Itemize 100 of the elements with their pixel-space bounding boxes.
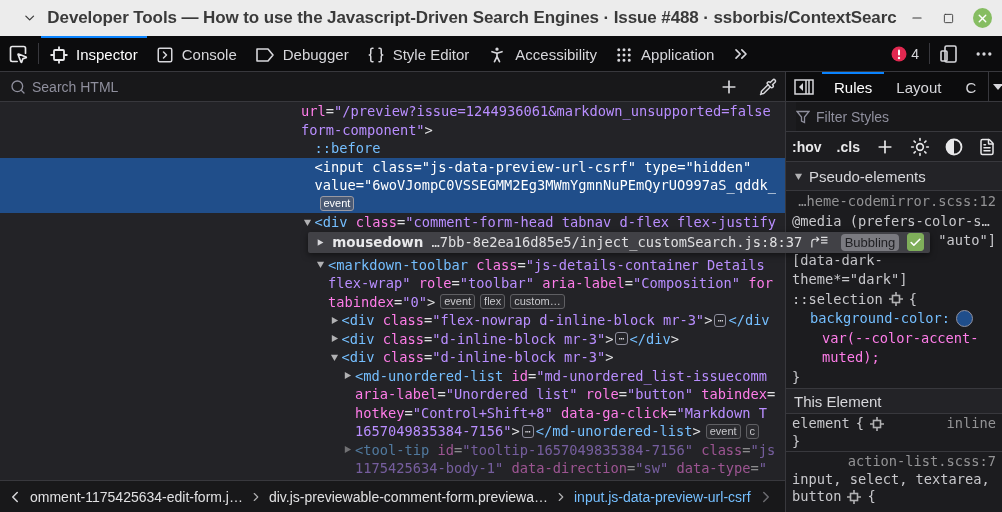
filter-icon bbox=[796, 109, 810, 124]
pseudo-toggle[interactable]: .cls bbox=[836, 138, 860, 155]
tool-tab[interactable]: Application bbox=[606, 36, 724, 71]
css-selector: "auto"] bbox=[938, 231, 996, 250]
expand-content-button[interactable]: ⋯ bbox=[714, 313, 727, 327]
markup-text: ::before bbox=[314, 140, 381, 157]
maximize-icon[interactable] bbox=[942, 12, 954, 24]
twisty-icon[interactable] bbox=[343, 371, 352, 381]
twisty-icon[interactable] bbox=[329, 352, 339, 362]
twisty-icon[interactable] bbox=[329, 334, 339, 344]
markup-text: hotkey="Control+Shift+8" data-ga-click="Markdown T bbox=[355, 404, 768, 421]
target-icon[interactable] bbox=[888, 292, 903, 307]
grid-icon bbox=[615, 45, 634, 64]
filter-input[interactable]: Filter Styles bbox=[814, 107, 1002, 126]
tool-tab[interactable]: Console bbox=[146, 36, 246, 71]
sidebar-tab[interactable]: C bbox=[953, 72, 989, 101]
markup-node[interactable]: <markdown-toolbar class="js-details-container Details flex-wrap" role="toolbar" aria-label="Composition" for tabindex="0"> event flex custom… bbox=[0, 255, 785, 311]
stylesheet-link[interactable]: action-list.scss:7 bbox=[847, 453, 996, 471]
dark-mode-icon[interactable] bbox=[945, 137, 963, 156]
checkmark-icon bbox=[909, 235, 923, 249]
markup-node[interactable]: <div class="d-inline-block mr-3"> bbox=[0, 348, 785, 367]
brace: } bbox=[792, 367, 801, 387]
target-icon[interactable] bbox=[847, 489, 862, 504]
css-selector: button bbox=[792, 488, 842, 506]
twisty-icon[interactable] bbox=[316, 237, 325, 247]
markup-badge[interactable]: flex bbox=[480, 294, 506, 310]
markup-node[interactable]: ::before bbox=[0, 139, 785, 158]
twisty-icon[interactable] bbox=[329, 315, 339, 325]
search-icon bbox=[10, 78, 26, 95]
markup-text: </div> bbox=[629, 330, 679, 347]
markup-text: </md-unordered-list> bbox=[535, 423, 701, 440]
sidebar-toggle-icon[interactable] bbox=[794, 78, 814, 95]
jump-to-code-icon[interactable] bbox=[810, 235, 829, 249]
markup-text: url="/preview?issue=1244936061&markdown_unsupported=false bbox=[301, 103, 771, 120]
dropdown-icon[interactable] bbox=[993, 82, 1002, 91]
expand-content-button[interactable]: ⋯ bbox=[521, 424, 534, 438]
twisty-icon[interactable] bbox=[794, 171, 803, 181]
markup-text: <tool-tip id="tooltip-1657049835384-7156" class="js bbox=[355, 441, 776, 458]
eyedropper-icon[interactable] bbox=[759, 77, 777, 96]
markup-text: form-component"> bbox=[301, 121, 433, 138]
light-mode-icon[interactable] bbox=[909, 136, 930, 157]
markup-text: 1657049835384-7156"> bbox=[355, 423, 520, 440]
element-picker-icon[interactable] bbox=[8, 43, 28, 64]
error-icon[interactable] bbox=[891, 45, 908, 62]
markup-node[interactable]: <div class="d-inline-block mr-3"> ⋯ </div> bbox=[0, 329, 785, 348]
color-swatch[interactable] bbox=[956, 310, 974, 328]
target-icon[interactable] bbox=[869, 416, 884, 431]
markup-text: value="6woVJompC0VSSEGMM2Eg3MWmYgmnNuPEmQyrUO997aS_qddk_ bbox=[314, 177, 776, 194]
markup-text: <div class="d-inline-block mr-3"> bbox=[341, 330, 614, 347]
brace: { bbox=[855, 415, 864, 433]
checkbox[interactable] bbox=[907, 233, 924, 251]
phase-badge: Bubbling bbox=[840, 233, 900, 251]
markup-text: <markdown-toolbar class="js-details-container Details bbox=[328, 256, 765, 273]
markup-badge[interactable]: event bbox=[440, 294, 476, 310]
markup-text: <div class="comment-form-head tabnav d-flex flex-justify bbox=[314, 214, 776, 231]
tool-tab[interactable]: Style Editor bbox=[357, 36, 479, 71]
handler-source[interactable]: …7bb-8e2ea16d85e5/inject_customSearch.js:8:37 bbox=[431, 234, 803, 250]
twisty-icon[interactable] bbox=[302, 217, 312, 227]
tool-tab[interactable]: Debugger bbox=[245, 36, 358, 71]
css-selector: [data-dark- bbox=[792, 251, 883, 270]
markup-node[interactable]: <tool-tip id="tooltip-1657049835384-7156" class="js 1175425634-body-1" data-direction="sw" data-type=" bbox=[0, 440, 785, 478]
css-selector: input, select, textarea, bbox=[792, 470, 990, 488]
markup-text: 1175425634-body-1" data-direction="sw" data-type=" bbox=[355, 460, 768, 477]
markup-node[interactable]: <div class="comment-form-head tabnav d-flex flex-justify bbox=[0, 213, 785, 232]
error-count: 4 bbox=[911, 44, 920, 64]
breadcrumb[interactable]: omment-1175425634-edit-form.j… bbox=[30, 488, 243, 505]
twisty-icon[interactable] bbox=[316, 260, 325, 270]
section-header[interactable]: Pseudo-elements bbox=[786, 162, 1002, 191]
expand-content-button[interactable]: ⋯ bbox=[615, 332, 628, 346]
print-media-icon[interactable] bbox=[978, 137, 996, 156]
breadcrumb[interactable]: div.js-previewable-comment-form.previewa… bbox=[268, 488, 548, 505]
window-title: Developer Tools — How to use the Javascript-Driven Search Engines · Issue #488 · ssborbis/ContextSearc bbox=[47, 8, 897, 28]
filter-field[interactable]: Filter Styles bbox=[796, 102, 1002, 131]
markup-node[interactable]: url="/preview?issue=1244936061&markdown_unsupported=false form-component"> bbox=[0, 102, 785, 139]
section-title: Pseudo-elements bbox=[809, 167, 926, 185]
rule-origin: inline bbox=[946, 415, 996, 433]
markup-text: aria-label="Unordered list" role="button" tabindex= bbox=[355, 386, 776, 403]
markup-node[interactable]: <input class="js-data-preview-url-csrf" type="hidden" value="6woVJompC0VSSEGMM2Eg3MWmYgmnNuPEmQyrUO997aS_qddk_ event bbox=[0, 157, 785, 213]
brace: } bbox=[792, 432, 801, 450]
markup-node[interactable]: <div class="flex-nowrap d-inline-block mr-3"> ⋯ </div bbox=[0, 311, 785, 330]
pseudo-toggle[interactable]: :hov bbox=[792, 138, 822, 155]
stylesheet-link[interactable]: …heme-codemirror.scss:12 bbox=[798, 192, 996, 212]
css-selector: ::selection bbox=[792, 289, 883, 309]
responsive-design-icon[interactable] bbox=[940, 44, 958, 63]
section-title: This Element bbox=[794, 392, 882, 410]
breadcrumb[interactable]: input.js-data-preview-url-csrf bbox=[574, 488, 751, 505]
brace: { bbox=[867, 488, 876, 506]
tool-tab[interactable]: Accessibility bbox=[478, 36, 607, 71]
braces-icon bbox=[366, 45, 385, 64]
markup-badge[interactable]: event bbox=[705, 423, 741, 439]
markup-badge[interactable]: event bbox=[319, 196, 355, 212]
markup-badge[interactable]: custom… bbox=[510, 294, 565, 310]
markup-text: <div class="flex-nowrap d-inline-block mr-3"> bbox=[341, 312, 713, 329]
twisty-icon[interactable] bbox=[343, 445, 352, 455]
sidebar-tab[interactable]: Layout bbox=[884, 72, 954, 101]
markup-text: <md-unordered-list id="md-unordered_list-issuecomm bbox=[355, 367, 768, 384]
brace: { bbox=[908, 289, 917, 309]
console-icon bbox=[155, 45, 174, 64]
css-value: var(--color-accent- bbox=[822, 328, 979, 348]
markup-badge[interactable]: c bbox=[745, 423, 760, 439]
